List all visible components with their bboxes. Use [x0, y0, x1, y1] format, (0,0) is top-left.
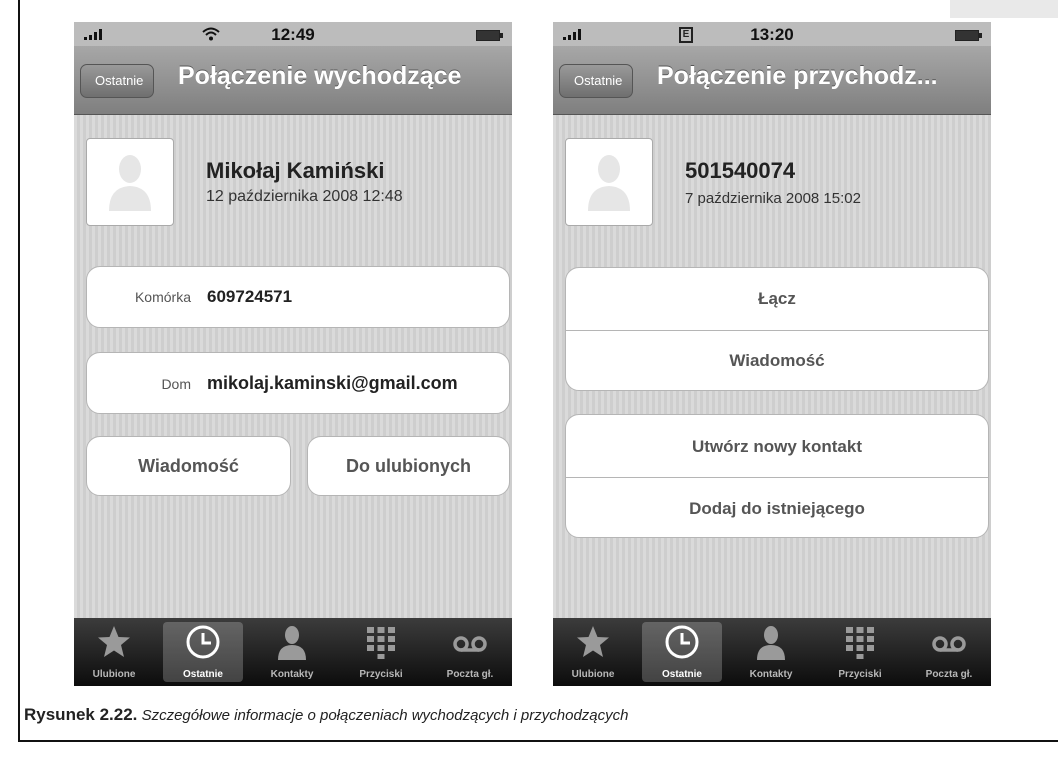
call-button-label: Łącz — [758, 289, 796, 308]
tab-bar: Ulubione Ostatnie Kontakty Przyciski Poc… — [74, 618, 512, 686]
navigation-bar: Ostatnie Połączenie wychodzące — [74, 46, 512, 115]
person-icon — [278, 626, 306, 660]
figure-caption: Rysunek 2.22. Szczegółowe informacje o p… — [24, 705, 629, 725]
tab-voicemail[interactable]: Poczta gł. — [430, 622, 510, 682]
keypad-icon — [367, 627, 395, 659]
create-new-contact-label: Utwórz nowy kontakt — [691, 437, 862, 456]
tab-contacts[interactable]: Kontakty — [731, 622, 811, 682]
tab-recents[interactable]: Ostatnie — [642, 622, 722, 682]
person-icon — [757, 626, 785, 660]
back-button-label: Ostatnie — [95, 73, 144, 88]
caller-number: 501540074 — [685, 158, 796, 183]
caption-text: Szczegółowe informacje o połączeniach wy… — [141, 707, 629, 724]
call-date: 7 października 2008 15:02 — [685, 190, 861, 207]
tab-label: Kontakty — [749, 669, 793, 680]
contact-actions-group: Utwórz nowy kontakt Dodaj do istniejąceg… — [565, 414, 989, 538]
message-button-label: Wiadomość — [138, 456, 239, 476]
caption-number: Rysunek 2.22. — [24, 705, 138, 724]
back-button[interactable]: Ostatnie — [559, 64, 634, 98]
person-silhouette-icon — [109, 155, 151, 211]
phone-screen-outgoing: 12:49 Ostatnie Połączenie wychodzące Mik… — [74, 22, 512, 686]
page-title: Połączenie wychodzące — [178, 62, 462, 90]
avatar[interactable] — [86, 138, 174, 226]
tab-label: Ostatnie — [182, 669, 223, 680]
clock-icon — [665, 625, 699, 659]
field-value-mobile: 609724571 — [207, 287, 293, 306]
add-to-favorites-button[interactable]: Do ulubionych — [307, 436, 510, 496]
tab-label: Przyciski — [838, 669, 882, 680]
tab-keypad[interactable]: Przyciski — [820, 622, 900, 682]
tab-label: Kontakty — [270, 669, 314, 680]
star-icon — [98, 626, 130, 657]
call-date: 12 października 2008 12:48 — [206, 188, 403, 205]
avatar[interactable] — [565, 138, 653, 226]
phone-screen-incoming: E 13:20 Ostatnie Połączenie przychodz...… — [553, 22, 991, 686]
call-button[interactable]: Łącz — [566, 268, 988, 330]
status-time: 13:20 — [750, 25, 794, 44]
voicemail-icon — [453, 636, 487, 652]
add-to-existing-contact-button[interactable]: Dodaj do istniejącego — [566, 478, 988, 538]
back-button[interactable]: Ostatnie — [80, 64, 155, 98]
tab-contacts[interactable]: Kontakty — [252, 622, 332, 682]
navigation-bar: Ostatnie Połączenie przychodz... — [553, 46, 991, 115]
tab-favorites[interactable]: Ulubione — [553, 622, 633, 682]
tab-label: Ulubione — [92, 669, 136, 680]
field-label-home: Dom — [161, 376, 191, 392]
call-actions-group: Łącz Wiadomość — [565, 267, 989, 391]
field-value-email: mikolaj.kaminski@gmail.com — [207, 373, 458, 393]
star-icon — [577, 626, 609, 657]
tab-voicemail[interactable]: Poczta gł. — [909, 622, 989, 682]
tab-recents[interactable]: Ostatnie — [163, 622, 243, 682]
message-button[interactable]: Wiadomość — [566, 331, 988, 391]
tab-label: Poczta gł. — [925, 669, 973, 680]
page-title: Połączenie przychodz... — [657, 62, 938, 90]
clock-icon — [186, 625, 220, 659]
message-button-label: Wiadomość — [729, 351, 825, 370]
contact-name: Mikołaj Kamiński — [206, 158, 385, 183]
status-bar: E 13:20 — [553, 22, 991, 46]
add-to-favorites-label: Do ulubionych — [346, 456, 471, 476]
home-email-row[interactable]: Dom mikolaj.kaminski@gmail.com — [86, 352, 510, 414]
voicemail-icon — [932, 636, 966, 652]
tab-label: Poczta gł. — [446, 669, 494, 680]
person-silhouette-icon — [588, 155, 630, 211]
keypad-icon — [846, 627, 874, 659]
back-button-label: Ostatnie — [574, 73, 623, 88]
add-to-existing-contact-label: Dodaj do istniejącego — [689, 499, 865, 518]
tab-favorites[interactable]: Ulubione — [74, 622, 154, 682]
tab-keypad[interactable]: Przyciski — [341, 622, 421, 682]
tab-bar: Ulubione Ostatnie Kontakty Przyciski Poc… — [553, 618, 991, 686]
tab-label: Przyciski — [359, 669, 403, 680]
status-time: 12:49 — [271, 25, 315, 44]
battery-icon — [955, 30, 982, 41]
create-new-contact-button[interactable]: Utwórz nowy kontakt — [566, 415, 988, 477]
mobile-number-row[interactable]: Komórka 609724571 — [86, 266, 510, 328]
tab-label: Ostatnie — [661, 669, 702, 680]
tab-label: Ulubione — [571, 669, 615, 680]
message-button[interactable]: Wiadomość — [86, 436, 291, 496]
battery-icon — [476, 30, 503, 41]
status-bar: 12:49 — [74, 22, 512, 46]
field-label-mobile: Komórka — [134, 289, 191, 305]
